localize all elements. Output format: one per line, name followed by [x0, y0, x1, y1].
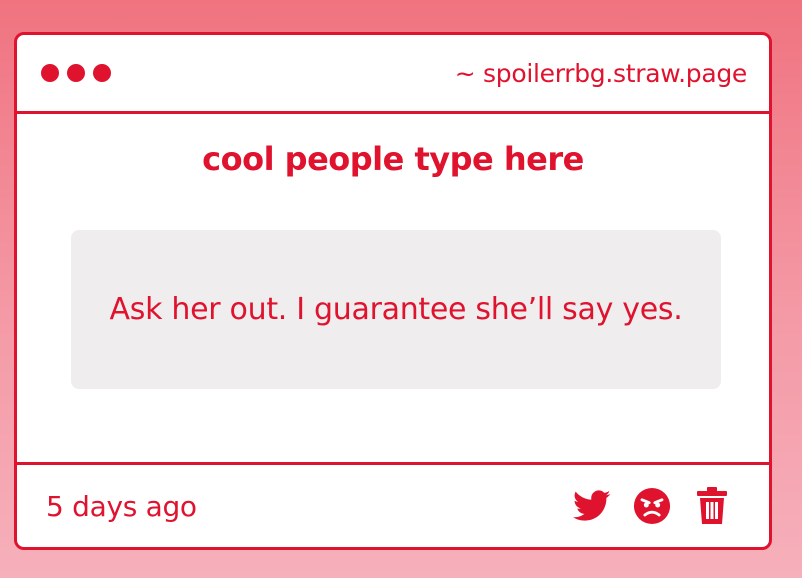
window-dots	[41, 64, 111, 82]
share-twitter-button[interactable]	[573, 486, 611, 526]
window-dot-2	[67, 64, 85, 82]
window-dot-3	[93, 64, 111, 82]
trash-icon	[697, 487, 727, 524]
card-footer: 5 days ago	[17, 465, 769, 547]
angry-face-icon	[633, 487, 671, 525]
page-title: cool people type here	[202, 140, 584, 178]
window-dot-1	[41, 64, 59, 82]
timestamp: 5 days ago	[46, 489, 197, 523]
action-buttons	[573, 486, 731, 526]
report-button[interactable]	[633, 486, 671, 526]
message-text: Ask her out. I guarantee she’ll say yes.	[109, 291, 683, 327]
message-card: ~ spoilerrbg.straw.page cool people type…	[14, 32, 772, 550]
content-area: cool people type here Ask her out. I gua…	[17, 114, 769, 465]
delete-button[interactable]	[693, 486, 731, 526]
page-url[interactable]: ~ spoilerrbg.straw.page	[455, 59, 748, 88]
window-titlebar: ~ spoilerrbg.straw.page	[17, 35, 769, 114]
twitter-icon	[573, 490, 611, 521]
message-box: Ask her out. I guarantee she’ll say yes.	[71, 230, 721, 389]
